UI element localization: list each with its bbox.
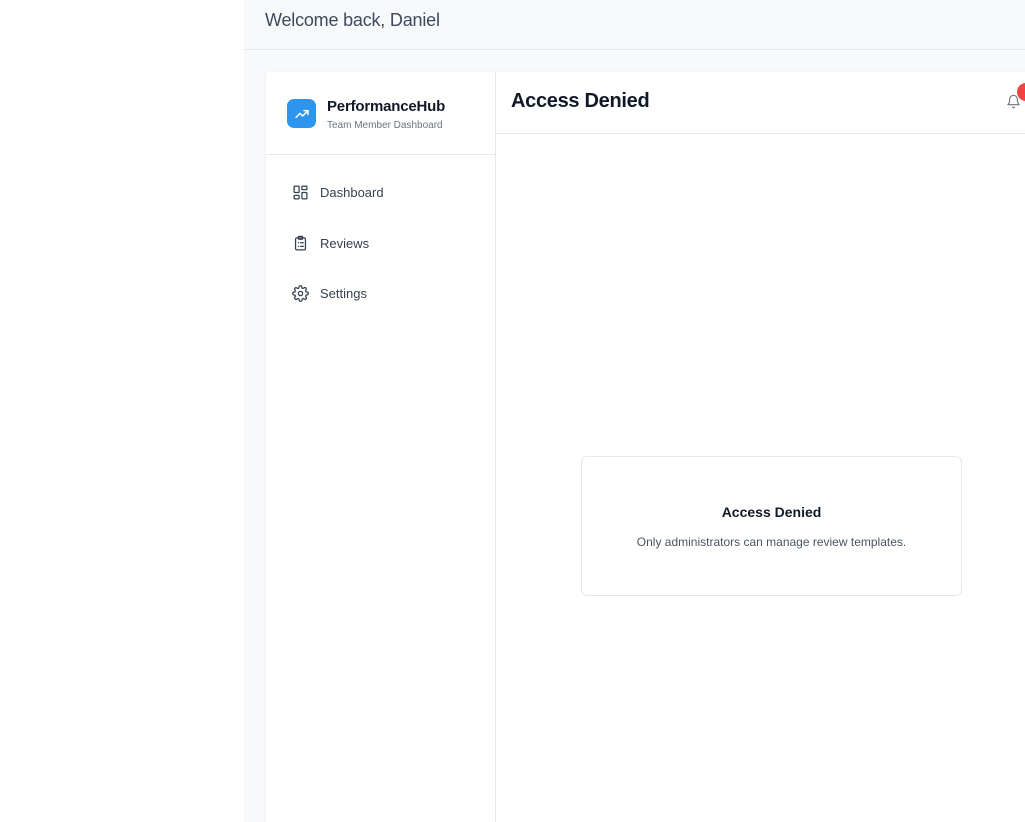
page-title: Access Denied <box>511 90 650 112</box>
content-header: Access Denied <box>496 72 1025 134</box>
brand-name: PerformanceHub <box>327 98 446 115</box>
main-panel: PerformanceHub Team Member Dashboard Das… <box>266 72 1025 822</box>
sidebar-item-label: Settings <box>320 285 367 301</box>
sidebar-item-settings[interactable]: Settings <box>280 276 480 310</box>
access-denied-message: Only administrators can manage review te… <box>636 535 907 549</box>
sidebar: PerformanceHub Team Member Dashboard Das… <box>266 72 496 822</box>
gear-icon <box>291 284 309 302</box>
brand-subtitle: Team Member Dashboard <box>327 120 443 131</box>
sidebar-item-dashboard[interactable]: Dashboard <box>280 175 480 209</box>
top-bar: Welcome back, Daniel <box>244 0 1025 50</box>
welcome-message: Welcome back, Daniel <box>265 10 440 30</box>
main-content: Access Denied Access Denied Only adminis… <box>496 72 1025 822</box>
sidebar-item-label: Reviews <box>320 235 370 251</box>
trending-up-icon <box>287 99 316 128</box>
clipboard-list-icon <box>291 234 309 252</box>
access-denied-title: Access Denied <box>721 504 822 520</box>
app-shell: Welcome back, Daniel PerformanceHub Team… <box>244 0 1025 822</box>
access-denied-card: Access Denied Only administrators can ma… <box>581 456 962 596</box>
bell-icon[interactable] <box>1006 94 1022 110</box>
sidebar-item-label: Dashboard <box>320 184 384 200</box>
sidebar-item-reviews[interactable]: Reviews <box>280 226 480 260</box>
layout-grid-icon <box>291 183 309 201</box>
brand: PerformanceHub Team Member Dashboard <box>266 72 495 155</box>
